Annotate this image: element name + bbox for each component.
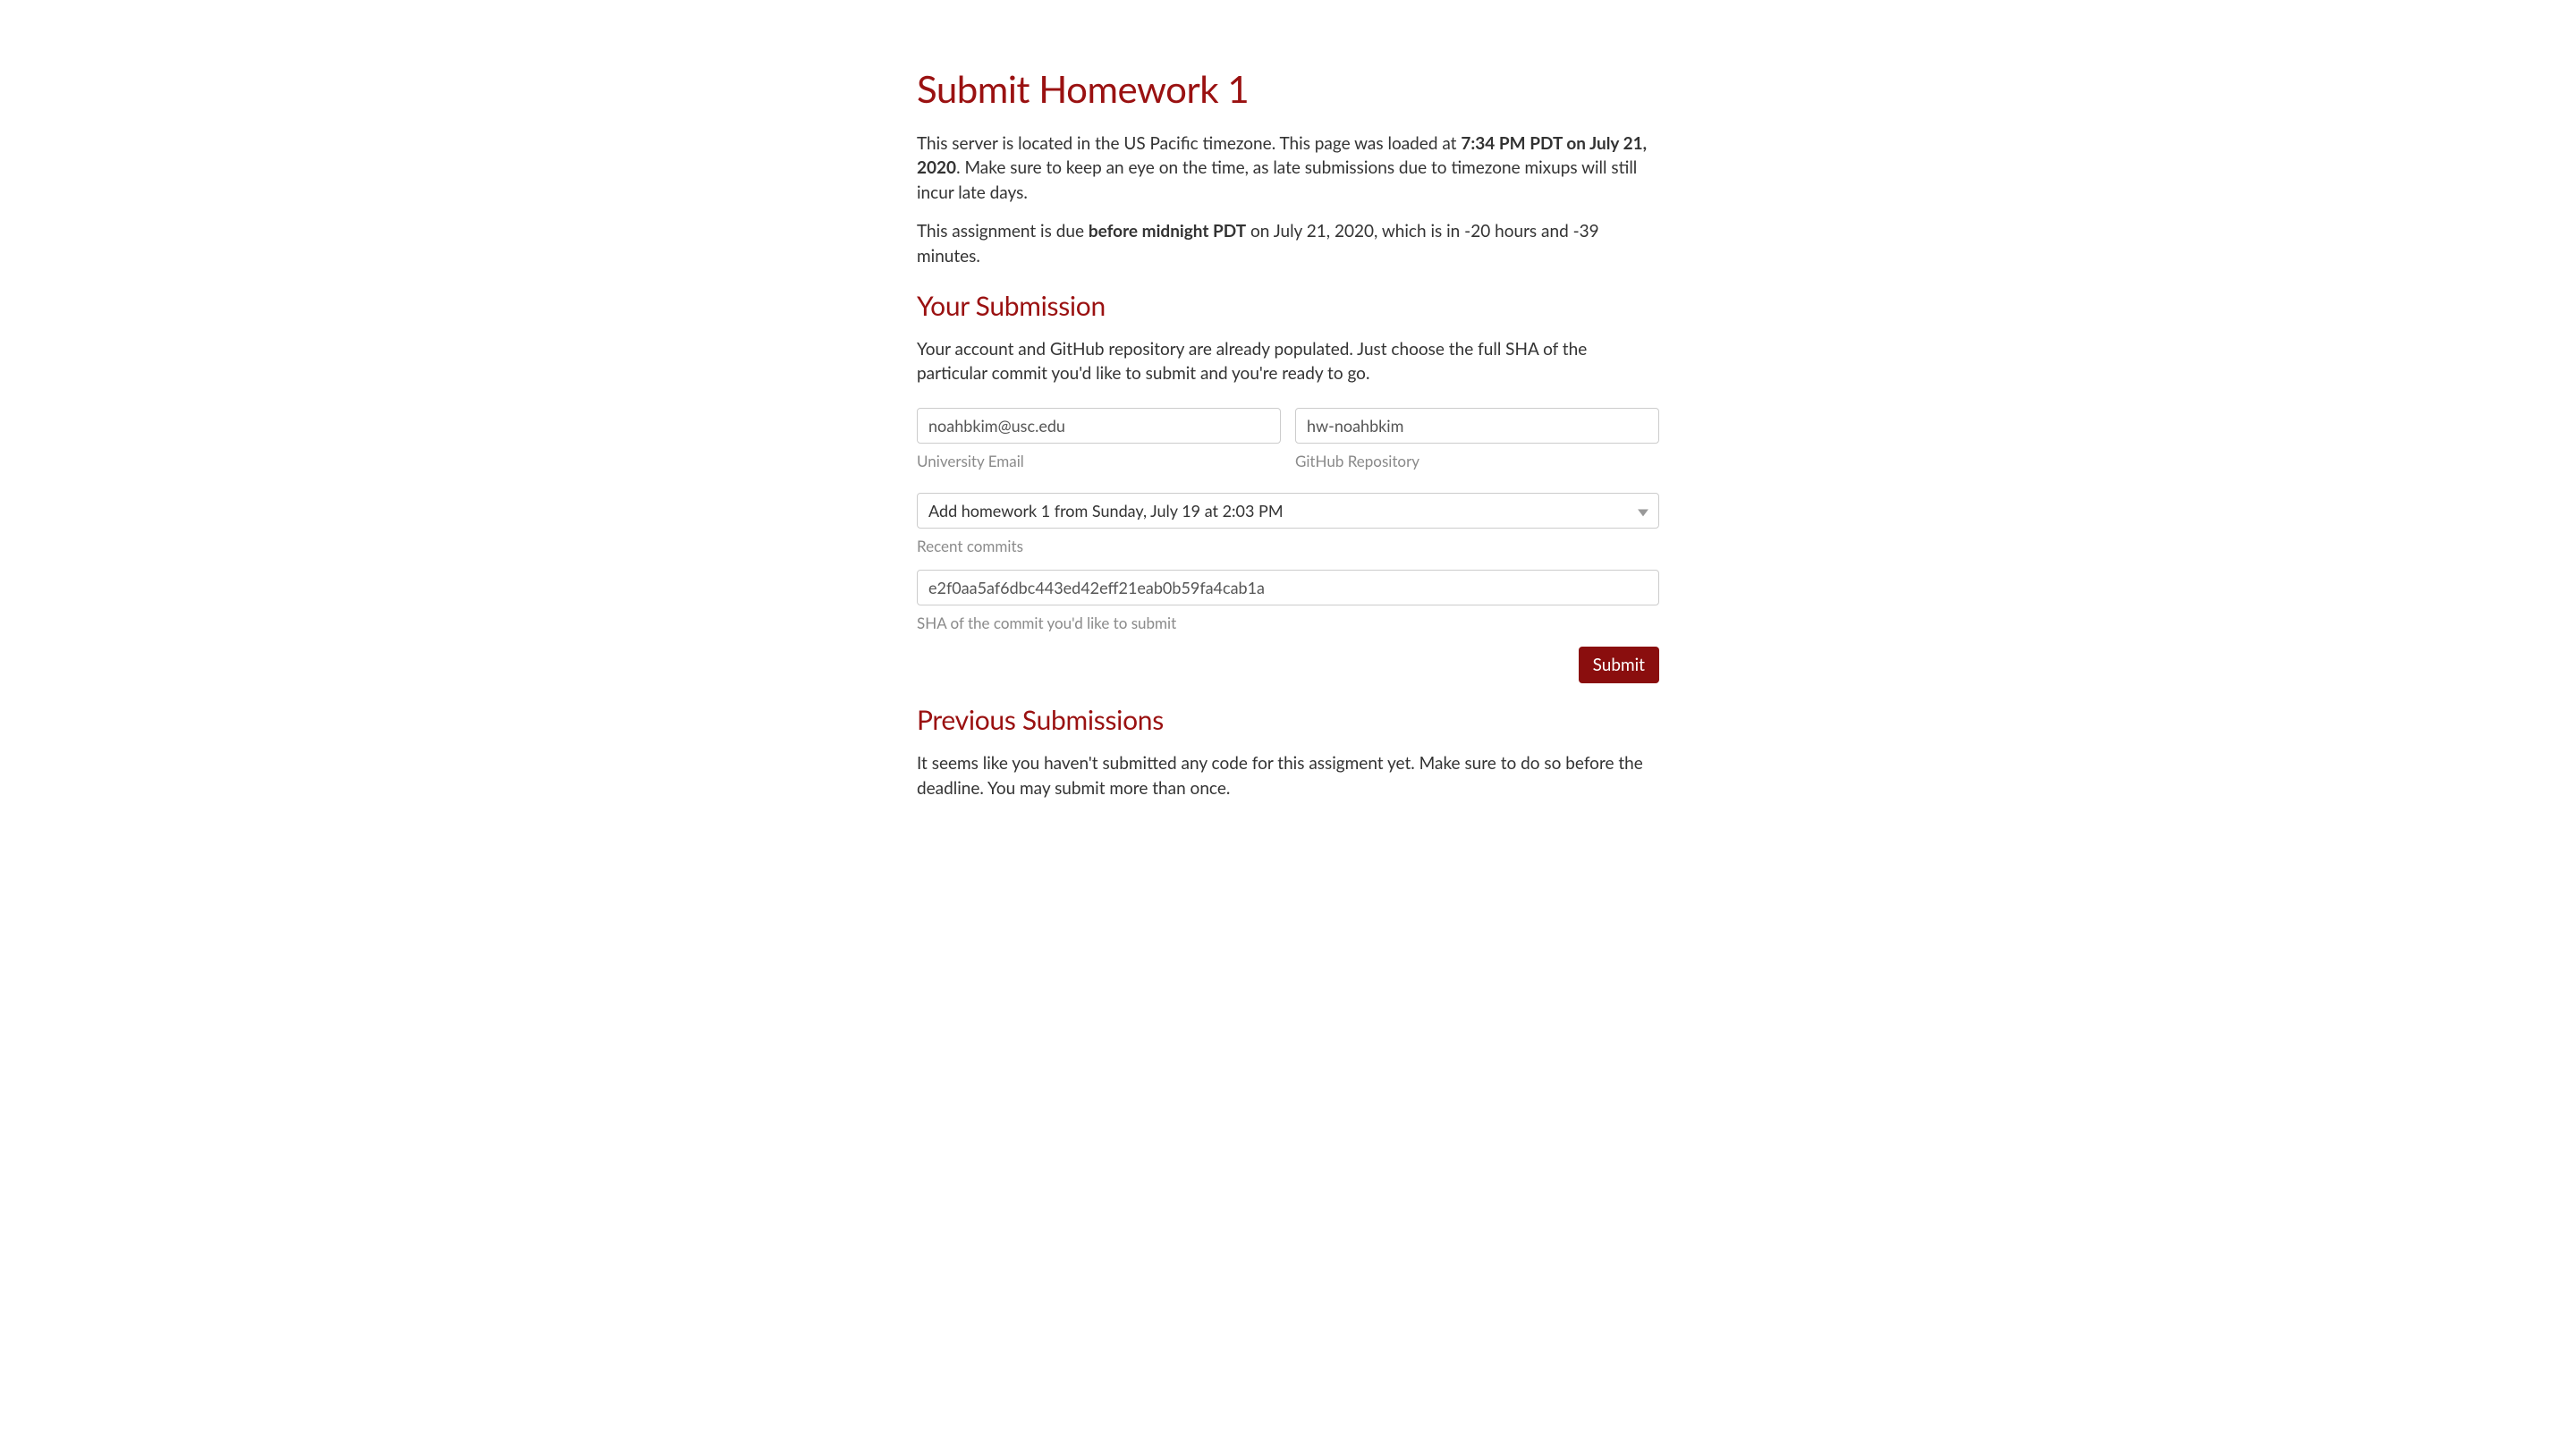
previous-text: It seems like you haven't submitted any … (917, 751, 1659, 800)
commit-select-label: Recent commits (917, 536, 1659, 557)
repo-label: GitHub Repository (1295, 451, 1659, 472)
submit-button[interactable]: Submit (1579, 647, 1659, 683)
timezone-prefix: This server is located in the US Pacific… (917, 133, 1461, 154)
timezone-notice: This server is located in the US Pacific… (917, 131, 1659, 206)
repo-group: GitHub Repository (1295, 408, 1659, 472)
repo-col: GitHub Repository (1295, 408, 1659, 485)
email-field[interactable] (917, 408, 1281, 444)
sha-group: SHA of the commit you'd like to submit (917, 570, 1659, 634)
page-title: Submit Homework 1 (917, 63, 1659, 115)
main-container: Submit Homework 1 This server is located… (917, 0, 1659, 851)
your-submission-intro: Your account and GitHub repository are a… (917, 337, 1659, 386)
due-notice: This assignment is due before midnight P… (917, 219, 1659, 268)
email-label: University Email (917, 451, 1281, 472)
your-submission-heading: Your Submission (917, 287, 1659, 325)
email-group: University Email (917, 408, 1281, 472)
submit-row: Submit (917, 647, 1659, 683)
commit-select[interactable]: Add homework 1 from Sunday, July 19 at 2… (917, 493, 1659, 529)
timezone-suffix: . Make sure to keep an eye on the time, … (917, 157, 1637, 203)
commit-select-group: Add homework 1 from Sunday, July 19 at 2… (917, 493, 1659, 557)
form-row-identity: University Email GitHub Repository (917, 408, 1659, 485)
repo-field[interactable] (1295, 408, 1659, 444)
sha-field[interactable] (917, 570, 1659, 605)
commit-select-value: Add homework 1 from Sunday, July 19 at 2… (928, 500, 1284, 522)
sha-label: SHA of the commit you'd like to submit (917, 613, 1659, 634)
due-deadline: before midnight PDT (1089, 221, 1246, 241)
email-col: University Email (917, 408, 1281, 485)
previous-heading: Previous Submissions (917, 701, 1659, 739)
due-prefix: This assignment is due (917, 221, 1089, 241)
commit-select-wrap: Add homework 1 from Sunday, July 19 at 2… (917, 493, 1659, 529)
